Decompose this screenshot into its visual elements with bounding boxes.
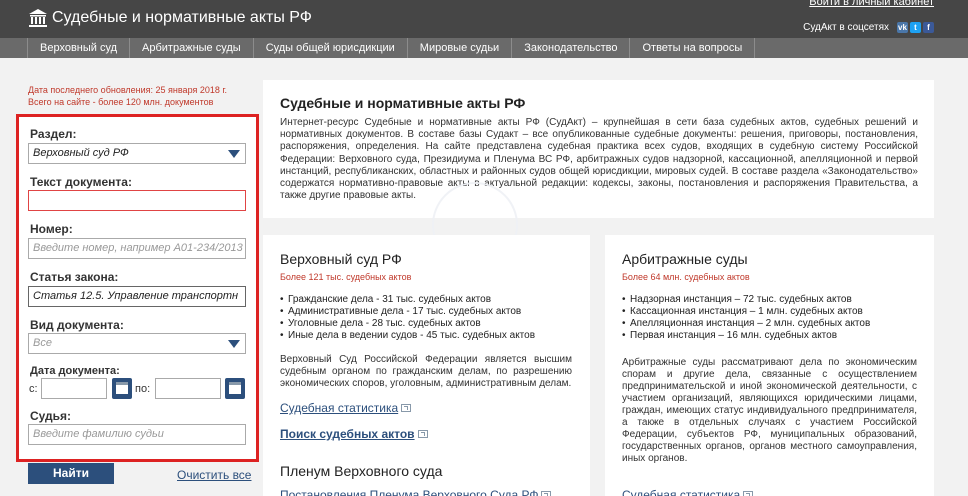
arbitration-description: Арбитражные суды рассматривают дела по э… xyxy=(622,357,917,464)
main-nav: Верховный суд Арбитражные суды Суды обще… xyxy=(0,38,968,58)
dropdown-arrow-icon xyxy=(228,150,240,158)
doc-text-label: Текст документа: xyxy=(30,175,132,189)
supreme-court-card: Верховный суд РФ Более 121 тыс. судебных… xyxy=(263,235,590,496)
doc-type-select[interactable]: Все xyxy=(28,333,246,354)
list-item: Уголовные дела - 28 тыс. судебных актов xyxy=(280,318,535,330)
site-logo[interactable]: Судебные и нормативные акты РФ xyxy=(28,5,312,31)
nav-item-legislation[interactable]: Законодательство xyxy=(512,38,631,58)
supreme-court-count: Более 121 тыс. судебных актов xyxy=(280,272,412,282)
doc-date-label: Дата документа: xyxy=(30,365,120,377)
nav-item-arbitration-courts[interactable]: Арбитражные суды xyxy=(130,38,254,58)
calendar-from-icon[interactable] xyxy=(112,378,132,399)
total-docs-text: Всего на сайте - более 120 млн. документ… xyxy=(28,97,214,107)
nav-item-magistrates[interactable]: Мировые судьи xyxy=(407,38,513,58)
supreme-court-list: Гражданские дела - 31 тыс. судебных акто… xyxy=(280,294,535,342)
doc-type-value: Все xyxy=(33,337,52,349)
number-label: Номер: xyxy=(30,222,73,236)
social-label: СудАкт в соцсетях xyxy=(803,22,889,33)
list-item: Надзорная инстанция – 72 тыс. судебных а… xyxy=(622,294,870,306)
nav-item-faq[interactable]: Ответы на вопросы xyxy=(630,38,756,58)
update-info: Дата последнего обновления: 25 января 20… xyxy=(28,84,227,108)
twitter-icon[interactable]: t xyxy=(910,22,921,33)
intro-text: Интернет-ресурс Судебные и нормативные а… xyxy=(280,117,918,202)
supreme-stats-link[interactable]: Судебная статистика xyxy=(280,401,412,415)
search-form: Раздел: Верховный суд РФ Текст документа… xyxy=(16,114,259,462)
list-item: Кассационная инстанция – 1 млн. судебных… xyxy=(622,306,870,318)
list-item: Гражданские дела - 31 тыс. судебных акто… xyxy=(280,294,535,306)
date-from-input[interactable] xyxy=(41,378,107,399)
doc-type-label: Вид документа: xyxy=(30,318,124,332)
arbitration-title: Арбитражные суды xyxy=(622,251,748,267)
arbitration-stats-link[interactable]: Судебная статистика xyxy=(622,488,754,496)
plenum-title: Пленум Верховного суда xyxy=(280,463,443,479)
list-item: Административные дела - 17 тыс. судебных… xyxy=(280,306,535,318)
list-item: Апелляционная инстанция – 2 млн. судебны… xyxy=(622,318,870,330)
nav-item-general-courts[interactable]: Суды общей юрисдикции xyxy=(253,38,408,58)
section-select[interactable]: Верховный суд РФ xyxy=(28,143,246,164)
clear-all-link[interactable]: Очистить все xyxy=(177,468,251,482)
section-select-value: Верховный суд РФ xyxy=(33,147,129,159)
date-from-label: с: xyxy=(29,383,38,395)
law-article-input[interactable]: Статья 12.5. Управление транспортн xyxy=(28,286,246,307)
external-link-icon xyxy=(541,491,552,496)
judge-label: Судья: xyxy=(30,409,72,423)
supreme-court-description: Верховный Суд Российской Федерации являе… xyxy=(280,354,572,389)
intro-card: Судебные и нормативные акты РФ Интернет-… xyxy=(263,80,934,218)
site-title: Судебные и нормативные акты РФ xyxy=(52,9,312,26)
doc-text-input[interactable] xyxy=(28,190,246,211)
external-link-icon xyxy=(417,430,428,438)
site-header: Судебные и нормативные акты РФ Войти в л… xyxy=(0,0,968,38)
arbitration-count: Более 64 млн. судебных актов xyxy=(622,272,750,282)
calendar-to-icon[interactable] xyxy=(225,378,245,399)
supreme-court-title: Верховный суд РФ xyxy=(280,251,402,267)
facebook-icon[interactable]: f xyxy=(923,22,934,33)
social-links: СудАкт в соцсетях vk t f xyxy=(803,22,934,33)
supreme-search-link[interactable]: Поиск судебных актов xyxy=(280,427,428,441)
external-link-icon xyxy=(743,491,754,496)
arbitration-card: Арбитражные суды Более 64 млн. судебных … xyxy=(605,235,934,496)
list-item: Иные дела в ведении судов - 45 тыс. суде… xyxy=(280,330,535,342)
number-placeholder: Введите номер, например А01-234/2013 xyxy=(33,242,243,254)
login-link[interactable]: Войти в личный кабинет xyxy=(809,0,934,8)
nav-item-supreme-court[interactable]: Верховный суд xyxy=(27,38,131,58)
judge-input[interactable]: Введите фамилию судьи xyxy=(28,424,246,445)
external-link-icon xyxy=(401,404,412,412)
number-input[interactable]: Введите номер, например А01-234/2013 xyxy=(28,238,246,259)
vk-icon[interactable]: vk xyxy=(897,22,908,33)
arbitration-list: Надзорная инстанция – 72 тыс. судебных а… xyxy=(622,294,870,342)
last-update-text: Дата последнего обновления: 25 января 20… xyxy=(28,85,228,95)
list-item: Первая инстанция – 16 млн. судебных акто… xyxy=(622,330,870,342)
date-to-input[interactable] xyxy=(155,378,221,399)
date-to-label: по: xyxy=(135,383,151,395)
plenum-link[interactable]: Постановления Пленума Верховного Суда РФ xyxy=(280,488,552,496)
courthouse-icon xyxy=(29,9,47,27)
dropdown-arrow-icon xyxy=(228,340,240,348)
intro-title: Судебные и нормативные акты РФ xyxy=(280,95,526,111)
section-label: Раздел: xyxy=(30,127,77,141)
law-article-value: Статья 12.5. Управление транспортн xyxy=(33,290,239,302)
law-article-label: Статья закона: xyxy=(30,270,119,284)
judge-placeholder: Введите фамилию судьи xyxy=(33,428,164,440)
find-button[interactable]: Найти xyxy=(28,463,114,484)
